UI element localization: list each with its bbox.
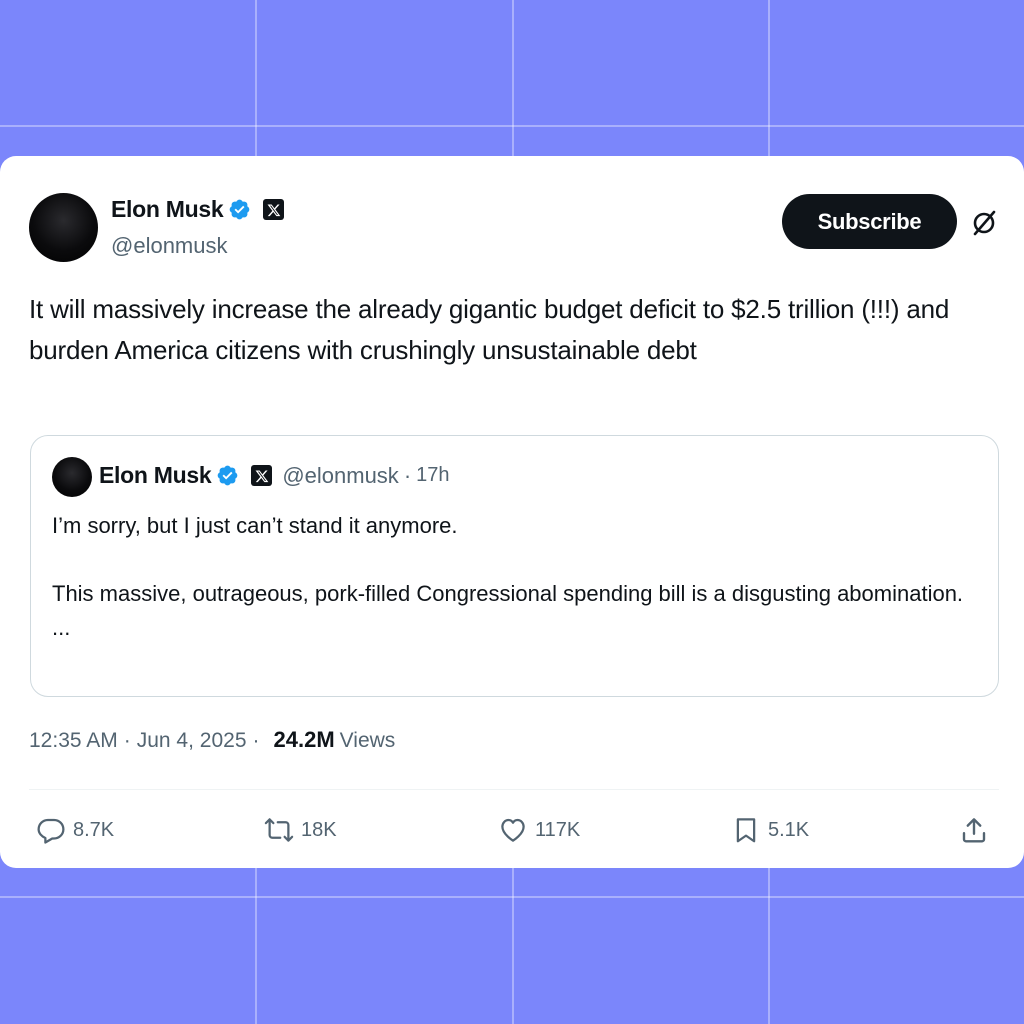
tweet-meta: 12:35 AM · Jun 4, 2025 · 24.2M Views — [29, 727, 395, 753]
grok-icon[interactable] — [969, 208, 999, 238]
heart-icon — [501, 818, 525, 842]
author-name-row: Elon Musk — [111, 196, 285, 223]
separator-dot: · — [403, 462, 412, 488]
quoted-avatar[interactable] — [52, 457, 92, 497]
verified-badge-icon — [217, 465, 238, 486]
x-logo-icon — [263, 199, 285, 220]
tweet-time[interactable]: 12:35 AM — [29, 729, 118, 753]
quoted-author-row: Elon Musk @elonmusk · 17h — [99, 462, 450, 489]
bookmark-icon — [736, 818, 756, 843]
tweet-date[interactable]: Jun 4, 2025 — [137, 729, 247, 753]
repost-button[interactable]: 18K — [264, 815, 337, 845]
background-grid-line — [0, 125, 1024, 127]
subscribe-button[interactable]: Subscribe — [782, 194, 957, 249]
views-count: 24.2M — [273, 727, 335, 752]
share-icon — [962, 818, 986, 843]
separator-dot: · — [123, 729, 131, 752]
quoted-text: I’m sorry, but I just can’t stand it any… — [52, 509, 972, 645]
author-name[interactable]: Elon Musk — [111, 196, 224, 223]
tweet-card: Elon Musk @elonmusk Subscribe It will ma… — [0, 156, 1024, 868]
views-label: Views — [339, 729, 396, 752]
quoted-author-name[interactable]: Elon Musk — [99, 462, 212, 489]
bookmark-count: 5.1K — [768, 818, 810, 841]
repost-count: 18K — [301, 818, 337, 841]
separator-dot: · — [252, 729, 260, 752]
quoted-timestamp[interactable]: 17h — [416, 464, 449, 487]
tweet-text: It will massively increase the already g… — [29, 294, 950, 365]
quoted-text-line: This massive, outrageous, pork-filled Co… — [52, 581, 964, 606]
quoted-tweet[interactable]: Elon Musk @elonmusk · 17h I’m sorry, but… — [30, 435, 999, 697]
like-count: 117K — [535, 818, 581, 841]
author-handle[interactable]: @elonmusk — [111, 233, 228, 259]
avatar[interactable] — [29, 193, 98, 262]
x-logo-icon — [251, 465, 273, 486]
reply-button[interactable]: 8.7K — [36, 815, 114, 845]
verified-badge-icon — [229, 199, 250, 220]
quoted-text-ellipsis: ... — [52, 615, 71, 640]
bookmark-button[interactable]: 5.1K — [731, 815, 809, 845]
quoted-author-handle[interactable]: @elonmusk — [282, 463, 399, 489]
divider — [29, 789, 999, 790]
reply-icon — [37, 818, 65, 844]
quoted-text-line: I’m sorry, but I just can’t stand it any… — [52, 513, 458, 538]
reply-count: 8.7K — [73, 818, 115, 841]
repost-icon — [264, 818, 294, 842]
like-button[interactable]: 117K — [498, 815, 580, 845]
share-button[interactable] — [959, 815, 996, 845]
background-grid-line — [0, 896, 1024, 898]
